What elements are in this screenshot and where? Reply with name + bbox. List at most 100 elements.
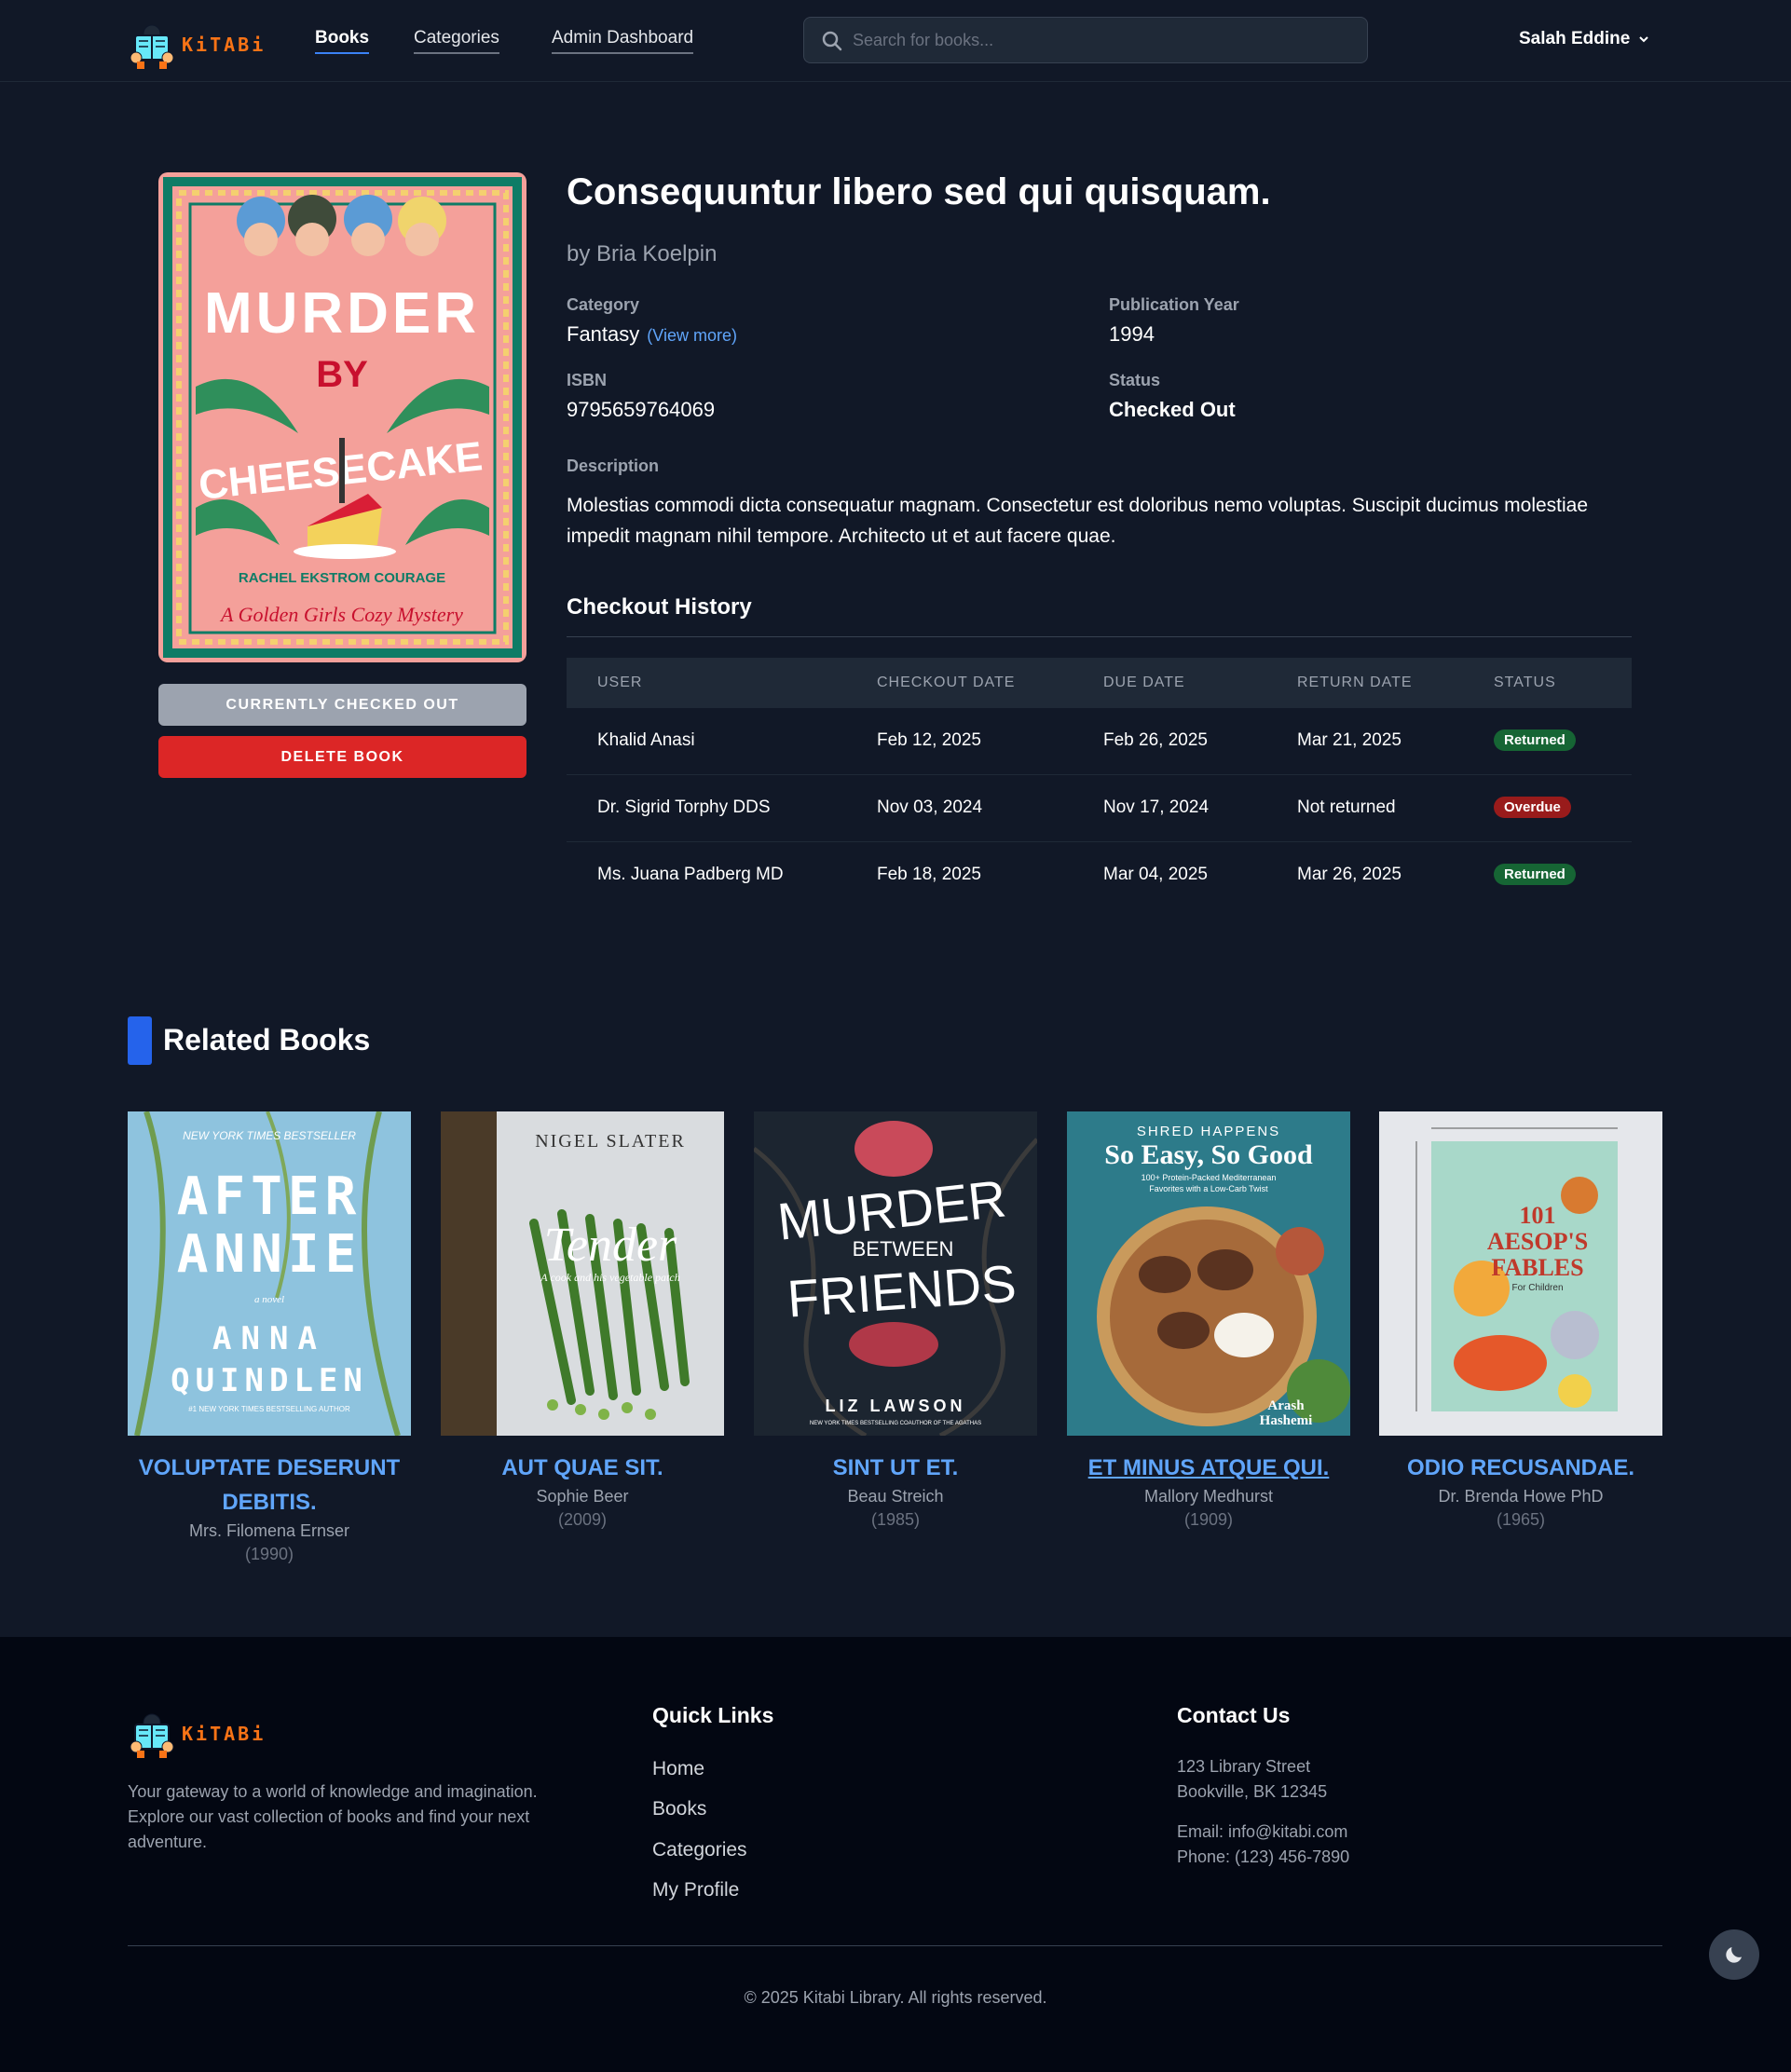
related-book-title[interactable]: ET MINUS ATQUE QUI. <box>1067 1451 1350 1485</box>
related-book-year: (1909) <box>1183 1510 1234 1529</box>
cover-line: a novel <box>254 1294 284 1305</box>
cover-line: SHRED HAPPENS <box>1137 1124 1280 1139</box>
table-row: Ms. Juana Padberg MD Feb 18, 2025 Mar 04… <box>567 842 1632 909</box>
quick-links-title: Quick Links <box>652 1703 774 1727</box>
cover-line: Favorites with a Low-Carb Twist <box>1149 1184 1268 1193</box>
contact-email[interactable]: Email: info@kitabi.com <box>1177 1820 1349 1845</box>
moon-icon <box>1726 1947 1742 1963</box>
publication-year-value: 1994 <box>1109 322 1155 346</box>
cover-line: 100+ Protein-Packed Mediterranean <box>1142 1173 1277 1182</box>
view-more-link[interactable]: (View more) <box>647 326 737 345</box>
related-book-title[interactable]: ODIO RECUSANDAE. <box>1379 1451 1662 1485</box>
cover-line: FABLES <box>1491 1254 1583 1281</box>
column-header-checkout-date: CHECKOUT DATE <box>877 675 1016 690</box>
footer-link-categories[interactable]: Categories <box>652 1839 747 1861</box>
related-book-author: Mallory Medhurst <box>1143 1487 1274 1506</box>
cover-line: BETWEEN <box>853 1237 954 1261</box>
cell-user: Khalid Anasi <box>597 730 695 750</box>
related-books-title: Related Books <box>163 1023 371 1056</box>
related-book-card[interactable]: SHRED HAPPENS So Easy, So Good 100+ Prot… <box>1067 1111 1350 1530</box>
book-cover-image[interactable]: NIGEL SLATER Tender A cook and his veget… <box>441 1111 724 1436</box>
book-cover-image[interactable]: NEW YORK TIMES BESTSELLER AFTER ANNIE a … <box>128 1111 411 1436</box>
cover-line: ANNIE <box>177 1224 362 1285</box>
book-cover-image[interactable]: SHRED HAPPENS So Easy, So Good 100+ Prot… <box>1067 1111 1350 1436</box>
cell-return-date: Not returned <box>1297 797 1396 817</box>
related-book-card[interactable]: NIGEL SLATER Tender A cook and his veget… <box>441 1111 724 1530</box>
cover-line: #1 NEW YORK TIMES BESTSELLING AUTHOR <box>188 1405 350 1413</box>
related-book-title[interactable]: VOLUPTATE DESERUNT DEBITIS. <box>128 1451 411 1520</box>
cover-author: RACHEL EKSTROM COURAGE <box>239 570 445 586</box>
contact-address: 123 Library Street Bookville, BK 12345 <box>1177 1754 1327 1805</box>
currently-checked-out-button[interactable]: CURRENTLY CHECKED OUT <box>158 684 526 726</box>
status-value: Checked Out <box>1109 398 1236 421</box>
cell-checkout-date: Feb 18, 2025 <box>877 865 981 884</box>
footer-tagline: Your gateway to a world of knowledge and… <box>128 1782 538 1851</box>
footer-brand-logo[interactable]: KiTABi <box>128 1710 266 1758</box>
footer-link-books[interactable]: Books <box>652 1798 706 1820</box>
related-book-card[interactable]: 101 AESOP'S FABLES For Children ODIO REC… <box>1379 1111 1662 1530</box>
isbn-value: 9795659764069 <box>567 398 716 421</box>
related-book-year: (1965) <box>1496 1510 1546 1529</box>
nav-link-admin-dashboard[interactable]: Admin Dashboard <box>552 28 694 54</box>
description-text: Molestias commodi dicta consequatur magn… <box>567 495 1589 547</box>
cover-line: NIGEL SLATER <box>535 1131 686 1152</box>
table-header: USER CHECKOUT DATE DUE DATE RETURN DATE … <box>567 658 1632 708</box>
brand-name: KiTABi <box>182 34 267 56</box>
status-badge: Returned <box>1494 864 1576 885</box>
chevron-down-icon <box>1639 36 1649 43</box>
category-value: Fantasy (View more) <box>567 322 737 347</box>
cover-line: Hashemi <box>1260 1413 1313 1428</box>
book-title: Consequuntur libero sed qui quisquam. <box>567 171 1271 212</box>
related-book-year: (1990) <box>244 1545 294 1563</box>
contact-us-title: Contact Us <box>1177 1703 1291 1727</box>
related-book-card[interactable]: NEW YORK TIMES BESTSELLER AFTER ANNIE a … <box>128 1111 411 1564</box>
related-book-year: (1985) <box>870 1510 921 1529</box>
cover-line: Tender <box>544 1219 677 1272</box>
cover-line: LIZ LAWSON <box>826 1397 966 1415</box>
isbn-label: ISBN <box>567 371 608 389</box>
cover-line: NEW YORK TIMES BESTSELLING COAUTHOR OF T… <box>810 1421 981 1426</box>
footer-divider <box>128 1945 1662 1946</box>
cover-line: So Easy, So Good <box>1104 1139 1313 1170</box>
cover-line: ANNA <box>212 1320 326 1357</box>
cover-line: NEW YORK TIMES BESTSELLER <box>183 1129 356 1142</box>
delete-book-button[interactable]: DELETE BOOK <box>158 736 526 778</box>
book-cover-image[interactable]: 101 AESOP'S FABLES For Children <box>1379 1111 1662 1436</box>
publication-year-label: Publication Year <box>1109 295 1239 314</box>
cover-line: AFTER <box>177 1166 362 1227</box>
search-input[interactable] <box>853 18 1356 62</box>
cover-title-by: BY <box>316 354 368 395</box>
cell-checkout-date: Feb 12, 2025 <box>877 730 981 750</box>
related-book-title[interactable]: SINT UT ET. <box>754 1451 1037 1485</box>
table-row: Dr. Sigrid Torphy DDS Nov 03, 2024 Nov 1… <box>567 775 1632 842</box>
search-box[interactable] <box>803 17 1368 63</box>
user-menu[interactable]: Salah Eddine <box>1519 29 1650 49</box>
cover-title-murder: MURDER <box>204 281 480 346</box>
related-book-author: Sophie Beer <box>536 1487 629 1506</box>
column-header-status: STATUS <box>1494 675 1556 690</box>
status-label: Status <box>1109 371 1161 389</box>
copyright: © 2025 Kitabi Library. All rights reserv… <box>744 1988 1047 2007</box>
cover-line: QUINDLEN <box>171 1362 368 1399</box>
related-book-title[interactable]: AUT QUAE SIT. <box>441 1451 724 1485</box>
table-row: Khalid Anasi Feb 12, 2025 Feb 26, 2025 M… <box>567 708 1632 775</box>
cover-line: 101 <box>1520 1202 1556 1229</box>
nav-link-categories[interactable]: Categories <box>414 28 499 54</box>
cell-return-date: Mar 21, 2025 <box>1297 730 1401 750</box>
book-cover-image[interactable]: MURDER BETWEEN FRIENDS LIZ LAWSON NEW YO… <box>754 1111 1037 1436</box>
book-reader-logo-icon <box>130 1713 174 1758</box>
footer-link-my-profile[interactable]: My Profile <box>652 1879 739 1902</box>
footer-link-home[interactable]: Home <box>652 1758 704 1780</box>
address-line: 123 Library Street <box>1177 1757 1311 1776</box>
related-book-card[interactable]: MURDER BETWEEN FRIENDS LIZ LAWSON NEW YO… <box>754 1111 1037 1530</box>
nav-link-books[interactable]: Books <box>315 28 370 54</box>
cover-line: A cook and his vegetable patch <box>540 1271 679 1284</box>
column-header-user: USER <box>597 675 643 690</box>
related-book-author: Dr. Brenda Howe PhD <box>1438 1487 1604 1506</box>
description-label: Description <box>567 457 660 475</box>
cell-due-date: Nov 17, 2024 <box>1103 797 1210 817</box>
section-accent-bar <box>128 1016 152 1065</box>
theme-toggle-button[interactable] <box>1709 1929 1759 1980</box>
brand-logo[interactable]: KiTABi <box>128 20 266 69</box>
checkout-history-table: USER CHECKOUT DATE DUE DATE RETURN DATE … <box>567 658 1632 909</box>
